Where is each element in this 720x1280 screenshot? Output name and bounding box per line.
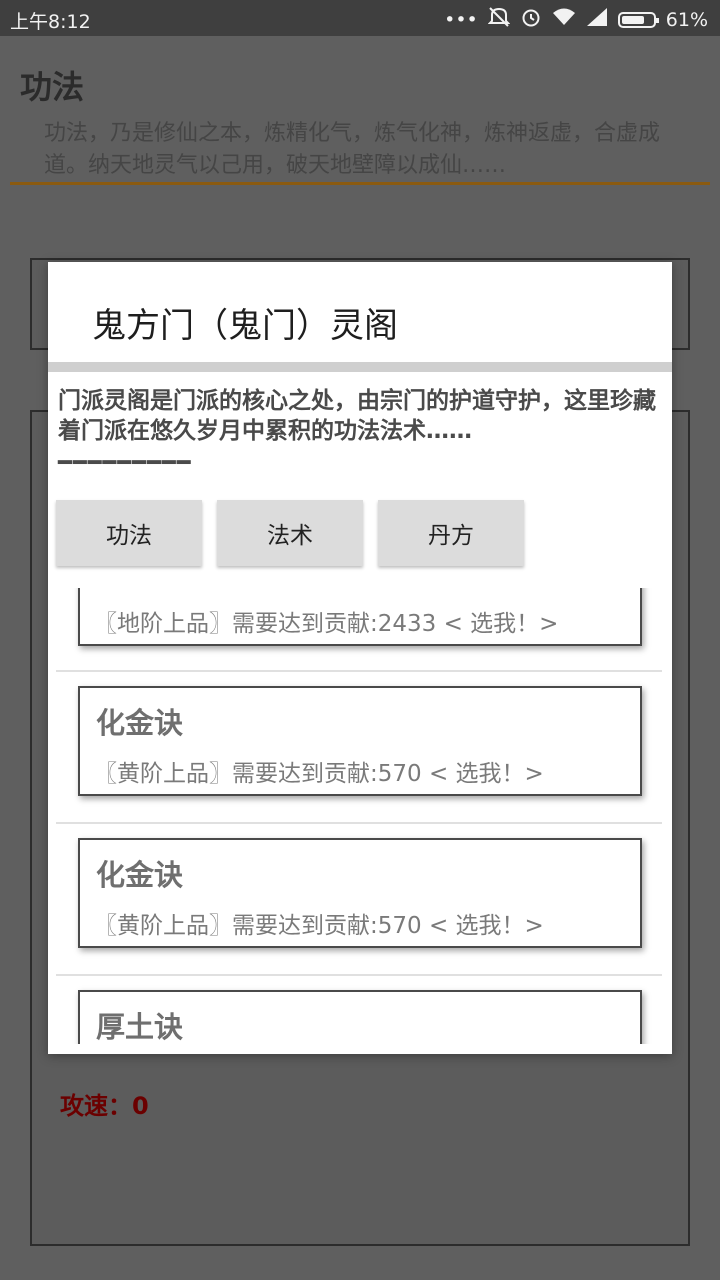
item-name: 化金诀 [96, 706, 184, 740]
dialog-description: 门派灵阁是门派的核心之处，由宗门的护道守护，这里珍藏着门派在悠久岁月中累积的功法… [58, 388, 656, 444]
item-requirement: 〖黄阶上品〗需要达到贡献:570 < 选我！> [94, 913, 544, 939]
dialog-dash-separator: ━━━━━━━━━ [58, 450, 192, 476]
list-divider [56, 822, 662, 824]
status-icons: ••• 61% [444, 6, 708, 33]
dialog-title: 鬼方门（鬼门）灵阁 [92, 306, 398, 346]
status-bar: 上午8:12 ••• 61% [0, 0, 720, 36]
alarm-icon [520, 6, 542, 33]
page-description: 功法，乃是修仙之本，炼精化气，炼气化神，炼神返虚，合虚成道。纳天地灵气以己用，破… [44, 121, 661, 178]
status-time: 上午8:12 [10, 11, 91, 33]
attack-speed-label: 攻速：0 [60, 1092, 149, 1120]
tab-spell[interactable]: 法术 [217, 500, 363, 566]
accent-divider [10, 182, 710, 185]
more-icon: ••• [444, 8, 478, 31]
tab-technique[interactable]: 功法 [56, 500, 202, 566]
item-requirement: 〖黄阶上品〗需要达到贡献:570 < 选我！> [94, 761, 544, 787]
item-requirement: 〖地阶上品〗需要达到贡献:2433 < 选我！> [94, 611, 559, 637]
list-item[interactable]: 化金诀 〖黄阶上品〗需要达到贡献:570 < 选我！> [78, 838, 642, 948]
sect-library-dialog: 鬼方门（鬼门）灵阁 门派灵阁是门派的核心之处，由宗门的护道守护，这里珍藏着门派在… [48, 262, 672, 1054]
battery-percent: 61% [665, 8, 708, 31]
dialog-title-divider [48, 362, 672, 372]
mute-icon [487, 6, 511, 33]
item-name: 厚土诀 [96, 1010, 184, 1044]
battery-icon [617, 11, 659, 28]
list-divider [56, 974, 662, 976]
page-title: 功法 [20, 68, 85, 106]
wifi-icon [552, 7, 576, 32]
list-item[interactable]: 化金诀 〖黄阶上品〗需要达到贡献:570 < 选我！> [78, 686, 642, 796]
list-item[interactable]: 〖地阶上品〗需要达到贡献:2433 < 选我！> [78, 588, 642, 646]
item-name: 化金诀 [96, 858, 184, 892]
signal-icon [586, 7, 608, 32]
list-item[interactable]: 厚土诀 [78, 990, 642, 1044]
technique-list[interactable]: 〖地阶上品〗需要达到贡献:2433 < 选我！> 化金诀 〖黄阶上品〗需要达到贡… [48, 588, 672, 1044]
list-divider [56, 670, 662, 672]
tab-recipe[interactable]: 丹方 [378, 500, 524, 566]
